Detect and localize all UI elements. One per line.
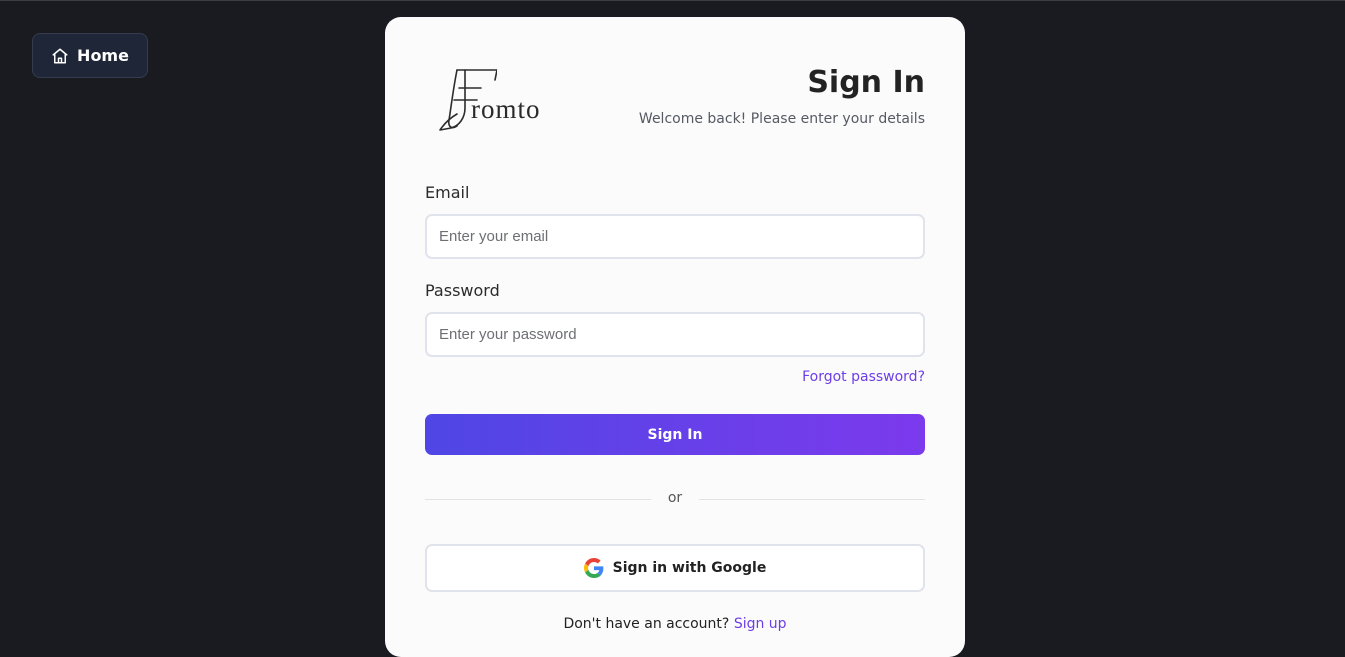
email-field[interactable]	[425, 214, 925, 259]
email-label: Email	[425, 183, 470, 202]
sign-in-button[interactable]: Sign In	[425, 414, 925, 455]
brand-logo: romto	[437, 66, 562, 131]
google-icon	[583, 558, 604, 578]
google-sign-in-button[interactable]: Sign in with Google	[425, 544, 925, 592]
home-button[interactable]: Home	[32, 33, 148, 78]
signup-prompt: Don't have an account? Sign up	[385, 616, 965, 632]
home-button-label: Home	[77, 46, 129, 65]
password-field[interactable]	[425, 312, 925, 357]
sign-in-card: romto Sign In Welcome back! Please enter…	[385, 17, 965, 657]
google-sign-in-label: Sign in with Google	[612, 560, 767, 576]
forgot-password-link[interactable]: Forgot password?	[802, 369, 925, 385]
sign-up-link[interactable]: Sign up	[734, 616, 787, 632]
signup-prompt-text: Don't have an account?	[563, 616, 730, 632]
home-icon	[51, 47, 69, 65]
page-title: Sign In	[807, 65, 925, 100]
password-label: Password	[425, 281, 500, 300]
brand-logo-text: romto	[471, 94, 541, 124]
page-subtitle: Welcome back! Please enter your details	[638, 111, 925, 127]
divider-label: or	[651, 490, 699, 506]
